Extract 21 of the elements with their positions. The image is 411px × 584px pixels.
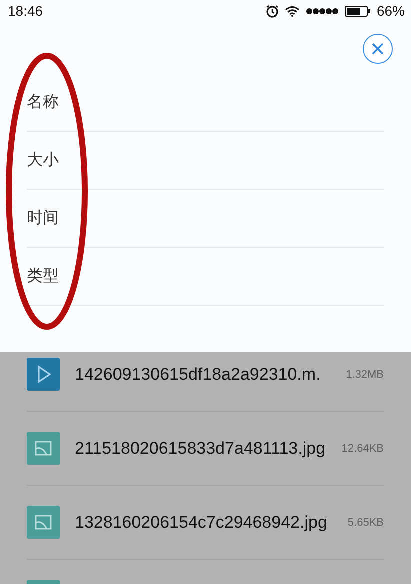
file-name[interactable]: 1328160206154c7c29468942.jpg — [75, 512, 348, 532]
file-name[interactable]: 211518020615833d7a481113.jpg — [75, 438, 342, 458]
battery-icon — [344, 6, 371, 16]
alarm-icon — [266, 4, 279, 18]
file-size: 5.65KB — [348, 516, 384, 528]
status-time: 18:46 — [8, 3, 44, 19]
file-size: 12.64KB — [342, 442, 384, 454]
file-name[interactable]: 142609130615df18a2a92310.m. — [75, 364, 346, 384]
image-icon — [27, 432, 60, 465]
sort-option[interactable]: 大小 — [27, 132, 384, 190]
signal-icon — [306, 8, 339, 14]
sort-option[interactable]: 类型 — [27, 248, 384, 306]
close-icon — [372, 43, 384, 55]
battery-percent: 66% — [376, 3, 405, 19]
wifi-icon — [284, 6, 300, 16]
sort-option[interactable]: 名称 — [27, 74, 384, 132]
image-icon — [27, 506, 60, 539]
file-size: 1.32MB — [346, 368, 384, 380]
sort-option[interactable]: 时间 — [27, 190, 384, 248]
close-button[interactable] — [363, 34, 393, 64]
play-icon — [27, 358, 60, 391]
